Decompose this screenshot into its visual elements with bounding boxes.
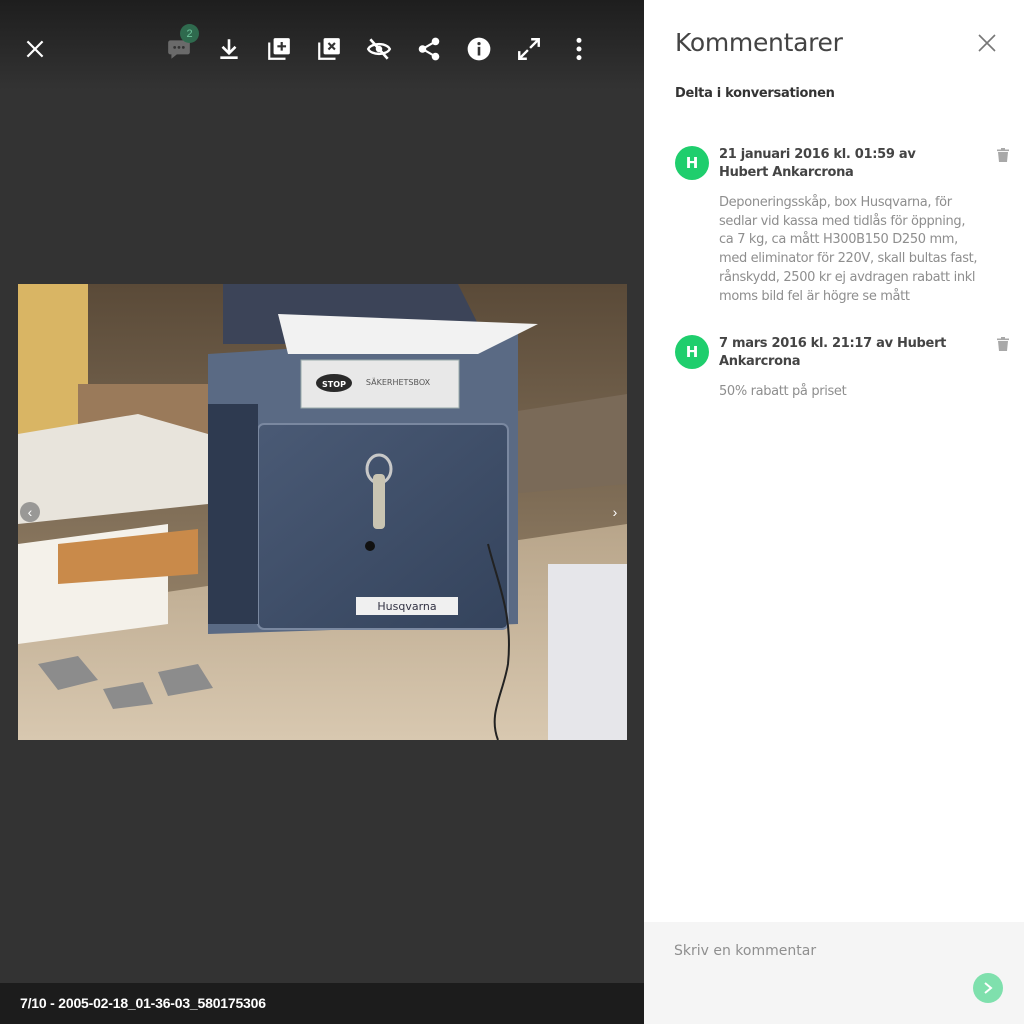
photo-viewer: 2 STOP SÄKERHETSBOX Husqvarna ‹ › 7/10 -… <box>0 0 644 1024</box>
fullscreen-button[interactable] <box>513 32 545 66</box>
close-viewer-button[interactable] <box>19 32 51 66</box>
photo-image: STOP SÄKERHETSBOX Husqvarna <box>18 284 627 740</box>
close-icon <box>26 40 44 58</box>
comments-panel: Kommentarer Delta i konversationen H 21 … <box>644 0 1024 1024</box>
trash-icon <box>997 337 1009 351</box>
send-comment-button[interactable] <box>973 973 1003 1003</box>
chevron-right-icon <box>984 982 993 994</box>
delete-comment-button[interactable] <box>997 148 1009 162</box>
more-icon <box>576 37 582 61</box>
delete-comment-button[interactable] <box>997 337 1009 351</box>
avatar: H <box>675 146 709 180</box>
share-button[interactable] <box>413 32 445 66</box>
remove-from-album-button[interactable] <box>313 32 345 66</box>
viewer-toolbar: 2 <box>0 0 644 90</box>
trash-icon <box>997 148 1009 162</box>
caption-bar: 7/10 - 2005-02-18_01-36-03_580175306 <box>0 983 644 1024</box>
svg-text:STOP: STOP <box>322 380 346 389</box>
comment-body: 50% rabatt på priset <box>719 384 847 399</box>
download-icon <box>220 39 238 59</box>
photo-brand-text: Husqvarna <box>377 600 436 613</box>
chevron-left-icon: ‹ <box>27 504 33 520</box>
avatar: H <box>675 335 709 369</box>
photo-caption: 7/10 - 2005-02-18_01-36-03_580175306 <box>20 995 266 1011</box>
more-options-button[interactable] <box>563 32 595 66</box>
share-icon <box>418 37 440 61</box>
comment-count-badge: 2 <box>180 24 199 43</box>
comment-body: Deponeringsskåp, box Husqvarna, för sedl… <box>719 195 978 304</box>
safe-box-photo: STOP SÄKERHETSBOX Husqvarna <box>18 284 627 740</box>
panel-title: Kommentarer <box>675 28 843 57</box>
comment-header: 7 mars 2016 kl. 21:17 av Hubert Ankarcro… <box>719 336 947 369</box>
previous-photo-button[interactable]: ‹ <box>20 502 40 522</box>
chevron-right-icon: › <box>612 504 618 520</box>
close-panel-button[interactable] <box>977 33 997 53</box>
hide-button[interactable] <box>363 32 395 66</box>
comments-button[interactable]: 2 <box>163 24 199 66</box>
info-button[interactable] <box>463 32 495 66</box>
comment-input[interactable] <box>674 940 974 962</box>
comment-header: 21 januari 2016 kl. 01:59 av Hubert Anka… <box>719 147 916 180</box>
panel-subtitle: Delta i konversationen <box>675 86 835 101</box>
info-icon <box>467 37 491 61</box>
hide-icon <box>366 38 392 60</box>
photo-sticker-text: SÄKERHETSBOX <box>366 377 431 387</box>
close-icon <box>978 34 996 52</box>
add-to-album-icon <box>268 38 290 60</box>
next-photo-button[interactable]: › <box>605 502 625 522</box>
fullscreen-icon <box>518 38 540 60</box>
add-to-album-button[interactable] <box>263 32 295 66</box>
comment-compose <box>644 922 1024 1024</box>
download-button[interactable] <box>213 32 245 66</box>
remove-from-album-icon <box>318 38 340 60</box>
